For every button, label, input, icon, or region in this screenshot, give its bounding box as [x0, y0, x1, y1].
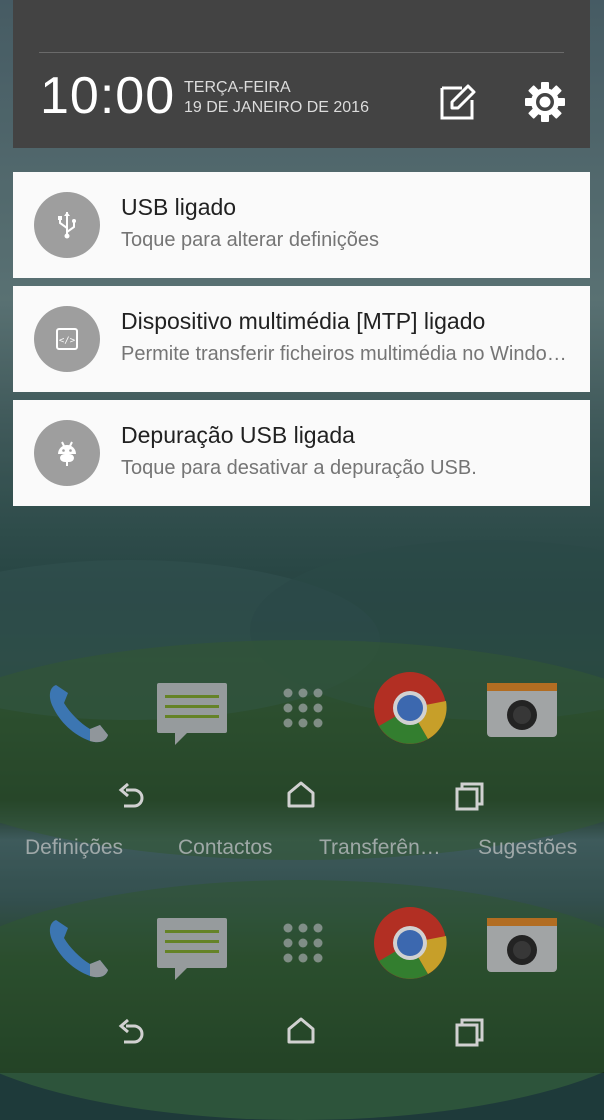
notification-text: Permite transferir ficheiros multimédia … — [121, 343, 576, 365]
notification-icon-circle: </> — [34, 306, 100, 372]
weekday: TERÇA-FEIRA — [184, 79, 291, 96]
notification-text: Toque para desativar a depuração USB. — [121, 457, 477, 479]
shade-scrim — [0, 0, 604, 1073]
gear-icon[interactable] — [523, 80, 567, 124]
usb-icon — [58, 212, 76, 239]
notification-title: Depuração USB ligada — [121, 422, 355, 448]
notification-icon-circle — [34, 192, 100, 258]
header-divider — [39, 52, 564, 53]
clock[interactable]: 10:00 — [40, 66, 175, 126]
notification-title: Dispositivo multimédia [MTP] ligado — [121, 308, 486, 334]
mtp-icon: </> — [56, 328, 78, 350]
svg-text:</>: </> — [59, 336, 76, 346]
notification-mtp-connected[interactable]: </> Dispositivo multimédia [MTP] ligado … — [13, 286, 590, 392]
android-debug-icon — [58, 441, 76, 466]
notification-text: Toque para alterar definições — [121, 229, 379, 251]
date[interactable]: 19 DE JANEIRO DE 2016 — [184, 99, 369, 117]
notification-shade-header: 10:00 TERÇA-FEIRA 19 DE JANEIRO DE 2016 — [13, 0, 590, 148]
notification-icon-circle — [34, 420, 100, 486]
edit-pencil-icon[interactable] — [438, 82, 478, 122]
notification-usb-connected[interactable]: USB ligado Toque para alterar definições — [13, 172, 590, 278]
notification-title: USB ligado — [121, 194, 237, 220]
notification-usb-debugging[interactable]: Depuração USB ligada Toque para desativa… — [13, 400, 590, 506]
